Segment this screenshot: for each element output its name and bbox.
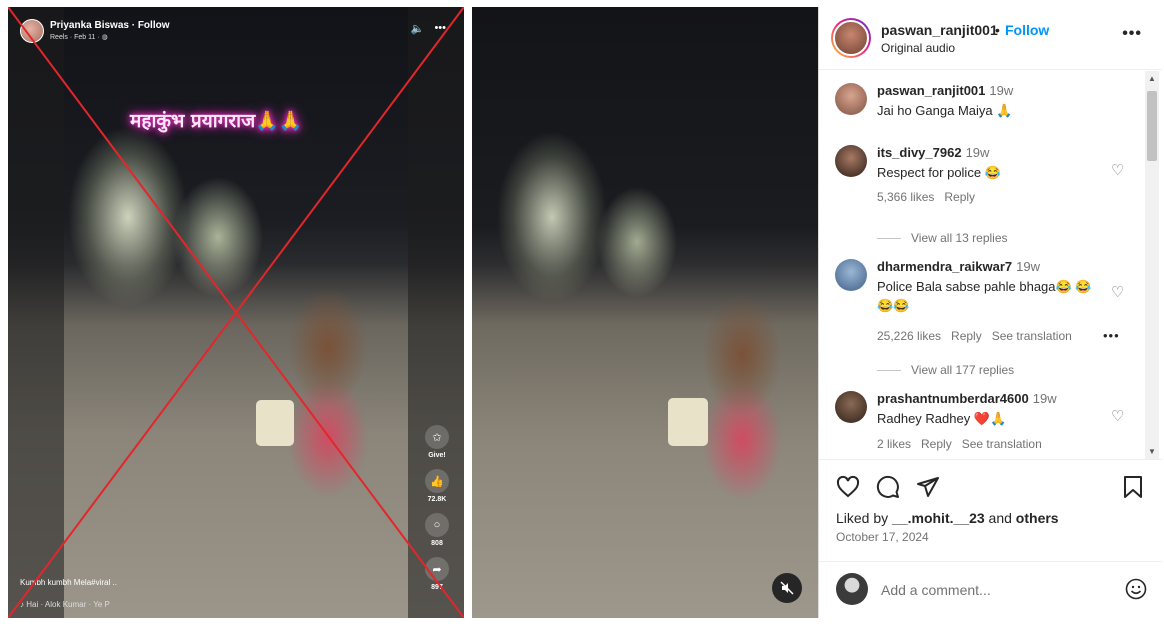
comment-avatar[interactable] — [835, 391, 867, 423]
post-actions: Liked by __.mohit.__23 and others Octobe… — [819, 459, 1162, 554]
comments-scrollbar[interactable]: ▲ ▼ — [1145, 71, 1159, 459]
comment-text: Jai ho Ganga Maiya 🙏 — [877, 103, 1013, 118]
comment-header: dharmendra_raikwar7 19w — [877, 259, 1040, 274]
mute-button[interactable] — [772, 573, 802, 603]
liked-by-others[interactable]: others — [1016, 510, 1059, 526]
comment-avatar[interactable] — [835, 259, 867, 291]
comment-username[interactable]: prashantnumberdar4600 — [877, 391, 1029, 406]
comment-username[interactable]: paswan_ranjit001 — [877, 83, 985, 98]
comment-text: Radhey Radhey ❤️🙏 — [877, 411, 1007, 426]
action-icons — [835, 474, 941, 500]
comment-header: its_divy_7962 19w — [877, 145, 989, 160]
reply-button[interactable]: Reply — [951, 329, 982, 343]
post-date: October 17, 2024 — [836, 530, 929, 544]
red-cross-mark — [8, 7, 464, 618]
comment-likes[interactable]: 2 likes — [877, 437, 911, 451]
comment-avatar[interactable] — [835, 83, 867, 115]
more-options-icon[interactable]: ••• — [1122, 25, 1142, 43]
comment-bubble-icon[interactable] — [875, 474, 901, 500]
comment-avatar[interactable] — [835, 145, 867, 177]
comment-text: Respect for police 😂 — [877, 165, 1001, 180]
scrollbar-thumb[interactable] — [1147, 91, 1157, 161]
share-paper-plane-icon[interactable] — [915, 474, 941, 500]
see-translation-button[interactable]: See translation — [962, 437, 1042, 451]
reply-button[interactable]: Reply — [944, 190, 975, 204]
author-username[interactable]: paswan_ranjit001 — [881, 22, 998, 38]
current-user-avatar — [836, 573, 868, 605]
see-translation-button[interactable]: See translation — [992, 329, 1072, 343]
comment-likes[interactable]: 5,366 likes — [877, 190, 934, 204]
comment-username[interactable]: its_divy_7962 — [877, 145, 962, 160]
author-avatar[interactable] — [831, 18, 871, 58]
jerrycan — [668, 398, 708, 446]
view-replies-button[interactable]: View all 177 replies — [877, 363, 1014, 377]
comment-meta: 5,366 likes Reply — [877, 190, 985, 204]
bookmark-icon[interactable] — [1120, 474, 1146, 500]
like-heart-icon[interactable] — [835, 474, 861, 500]
scroll-up-arrow-icon[interactable]: ▲ — [1148, 74, 1156, 83]
instagram-post-sidebar: paswan_ranjit001 • Follow Original audio… — [818, 7, 1162, 618]
liked-by-user[interactable]: __.mohit.__23 — [892, 510, 985, 526]
view-replies-label: View all 177 replies — [911, 363, 1015, 377]
comment-header: prashantnumberdar4600 19w — [877, 391, 1057, 406]
facebook-reel-screenshot: Priyanka Biswas · Follow Reels · Feb 11 … — [8, 7, 464, 618]
comment-like-heart-icon[interactable]: ♡ — [1111, 161, 1124, 179]
add-comment-input[interactable] — [881, 579, 1081, 601]
comment-time: 19w — [965, 145, 990, 160]
view-replies-button[interactable]: View all 13 replies — [877, 231, 1008, 245]
add-comment-bar — [819, 561, 1162, 618]
comment-time: 19w — [989, 83, 1014, 98]
comment-like-heart-icon[interactable]: ♡ — [1111, 407, 1124, 425]
audio-link[interactable]: Original audio — [881, 41, 955, 55]
comment-likes[interactable]: 25,226 likes — [877, 329, 941, 343]
scroll-down-arrow-icon[interactable]: ▼ — [1148, 447, 1156, 456]
comment-text: Police Bala sabse pahle bhaga😂 😂😂😂 — [877, 279, 1092, 313]
speaker-muted-icon — [780, 581, 794, 595]
comment-time: 19w — [1032, 391, 1057, 406]
header-separator: • — [995, 22, 1000, 38]
instagram-video[interactable] — [472, 7, 818, 618]
follow-button[interactable]: Follow — [1005, 22, 1049, 38]
comment-time: 19w — [1016, 259, 1040, 274]
comment-meta: 25,226 likes Reply See translation — [877, 329, 1082, 343]
comment-header: paswan_ranjit001 19w — [877, 83, 1013, 98]
comments-list: paswan_ranjit001 19w Jai ho Ganga Maiya 🙏… — [819, 71, 1143, 459]
comment-username[interactable]: dharmendra_raikwar7 — [877, 259, 1012, 274]
emoji-icon[interactable] — [1124, 577, 1148, 601]
reply-button[interactable]: Reply — [921, 437, 952, 451]
liked-by-line: Liked by __.mohit.__23 and others — [836, 510, 1059, 526]
view-replies-label: View all 13 replies — [911, 231, 1008, 245]
post-header: paswan_ranjit001 • Follow Original audio… — [819, 7, 1162, 70]
comment-more-icon[interactable]: ••• — [1103, 328, 1120, 343]
comment-meta: 2 likes Reply See translation — [877, 437, 1052, 451]
comment-like-heart-icon[interactable]: ♡ — [1111, 283, 1124, 301]
